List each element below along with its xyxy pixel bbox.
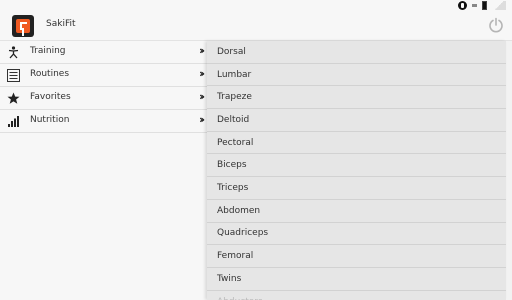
list-item[interactable]: Abductors [207,291,506,300]
list-item[interactable]: Femoral [207,245,506,268]
list-item[interactable]: Quadriceps [207,223,506,246]
list-item[interactable]: Dorsal [207,41,506,64]
star-icon [7,92,20,105]
chevron-right-icon: ›› [199,67,205,80]
training-icon [7,46,20,59]
nav-label: Training [30,46,66,56]
battery-icon [482,1,487,10]
nav-label: Routines [30,69,70,79]
app-logo-icon[interactable] [12,15,34,37]
routines-icon [7,69,20,82]
chevron-right-icon: ›› [199,113,205,126]
power-icon[interactable] [486,15,506,35]
chevron-right-icon: ›› [199,44,205,57]
list-item[interactable]: Biceps [207,154,506,178]
list-item[interactable]: Twins [207,268,506,291]
nav-item-nutrition[interactable]: Nutrition ›› [0,110,207,133]
list-item[interactable]: Pectoral [207,132,506,155]
list-item[interactable]: Lumbar [207,64,506,87]
list-item[interactable]: Triceps [207,177,506,200]
bars-icon [7,115,20,128]
nav-label: Nutrition [30,115,70,125]
notification-icon [458,1,467,10]
nav-item-training[interactable]: Training ›› [0,41,207,64]
status-bar [0,0,512,11]
list-item[interactable]: Abdomen [207,200,506,223]
chevron-right-icon: ›› [199,90,205,103]
list-item[interactable]: Trapeze [207,86,506,110]
nav-item-routines[interactable]: Routines ›› [0,64,207,87]
main-nav: Training ›› Routines ›› Favorites ›› Nut… [0,41,207,300]
muscle-list: Dorsal Lumbar Trapeze Deltoid Pectoral B… [207,41,506,300]
signal-icon [492,1,506,10]
status-icons [458,0,506,11]
nav-label: Favorites [30,92,71,102]
list-item[interactable]: Deltoid [207,109,506,132]
action-bar: SakiFit [0,11,512,41]
indicator-icon [472,4,477,7]
nav-item-favorites[interactable]: Favorites ›› [0,87,207,110]
app-title: SakiFit [46,19,76,29]
